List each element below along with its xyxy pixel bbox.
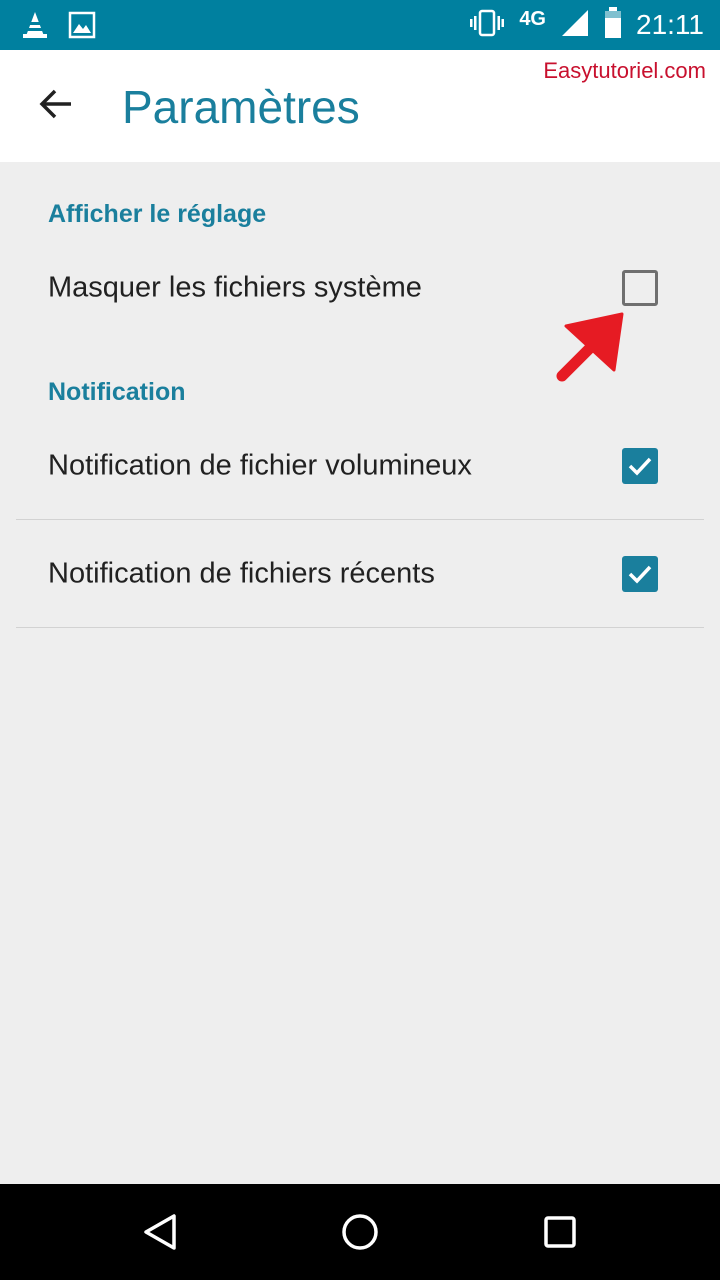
nav-back-button[interactable] (136, 1208, 184, 1256)
recents-square-icon (544, 1216, 576, 1248)
status-bar: 4G 21:11 (0, 0, 720, 50)
back-triangle-icon (144, 1214, 176, 1250)
vlc-cone-icon (20, 10, 50, 45)
pref-large-file-notification[interactable]: Notification de fichier volumineux (16, 412, 704, 520)
vibrate-icon (469, 9, 505, 42)
image-icon (68, 11, 96, 44)
network-type: 4G (519, 7, 546, 30)
hide-system-files-checkbox[interactable] (622, 270, 658, 306)
battery-icon (604, 6, 622, 44)
large-file-notification-checkbox[interactable] (622, 448, 658, 484)
recent-files-notification-checkbox[interactable] (622, 556, 658, 592)
pref-label: Notification de fichiers récents (48, 557, 435, 590)
nav-home-button[interactable] (336, 1208, 384, 1256)
navigation-bar (0, 1184, 720, 1280)
check-icon (628, 565, 652, 584)
watermark: Easytutoriel.com (543, 58, 706, 83)
home-circle-icon (342, 1214, 378, 1250)
pref-recent-files-notification[interactable]: Notification de fichiers récents (16, 520, 704, 628)
check-icon (628, 457, 652, 476)
section-header-display: Afficher le réglage (48, 200, 267, 228)
nav-recents-button[interactable] (536, 1208, 584, 1256)
arrow-back-icon (38, 86, 74, 127)
app-bar: Paramètres Easytutoriel.com (0, 50, 720, 162)
status-bar-notifications (20, 10, 96, 45)
pref-label: Masquer les fichiers système (48, 271, 422, 304)
back-button[interactable] (30, 80, 82, 132)
page-title: Paramètres (122, 81, 360, 133)
clock: 21:11 (636, 9, 704, 40)
section-header-notification: Notification (48, 378, 186, 406)
pref-label: Notification de fichier volumineux (48, 449, 472, 482)
signal-icon (560, 8, 590, 43)
divider (16, 627, 704, 628)
red-arrow-icon (556, 312, 624, 382)
status-bar-system: 4G 21:11 (469, 0, 704, 50)
